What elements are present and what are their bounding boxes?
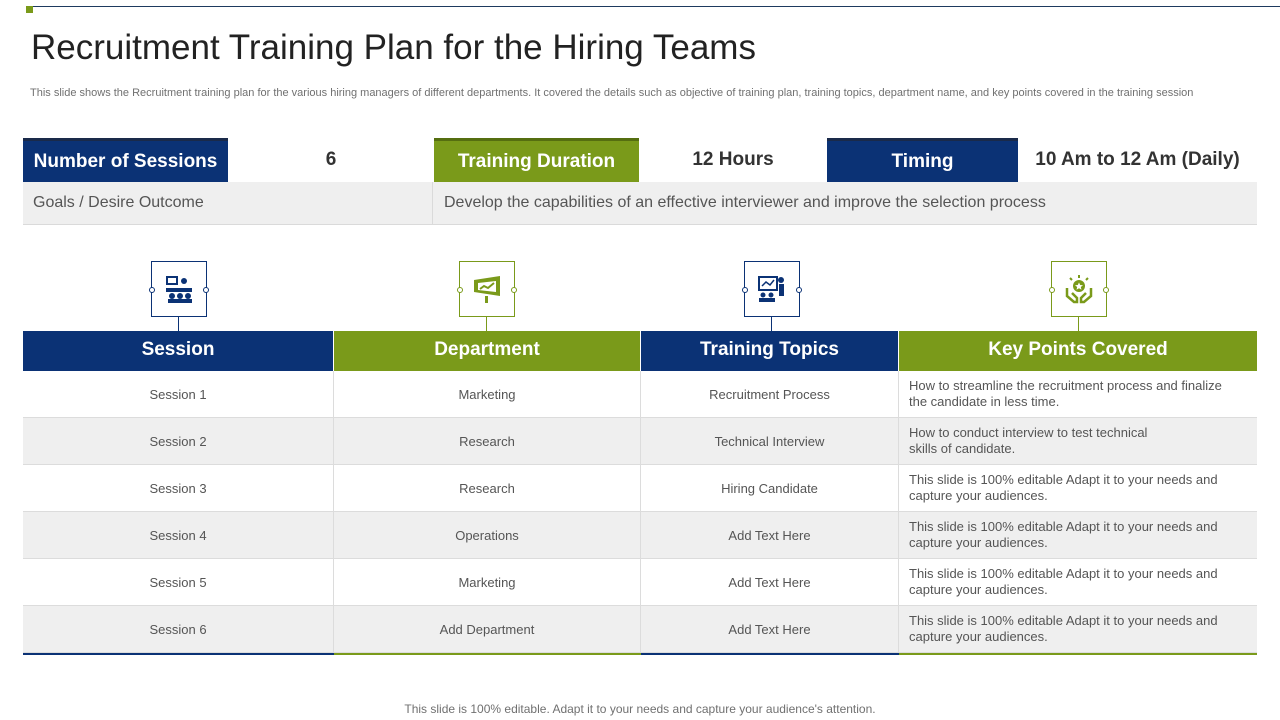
- timing-label: Timing: [827, 138, 1018, 182]
- duration-value: 12 Hours: [692, 149, 774, 170]
- timing-value: 10 Am to 12 Am (Daily): [1035, 149, 1240, 170]
- cell-session: Session 4: [23, 512, 334, 558]
- presentation-icon: [457, 261, 517, 317]
- table-row: Session 1 Marketing Recruitment Process …: [23, 371, 1257, 418]
- meeting-icon: [149, 261, 209, 317]
- footer-note: This slide is 100% editable. Adapt it to…: [404, 702, 876, 716]
- cell-topic: Add Text Here: [641, 512, 899, 558]
- cell-key-points: How to conduct interview to test technic…: [909, 425, 1148, 456]
- table-header: Session Department Training Topics Key P…: [23, 331, 1257, 371]
- cell-session: Session 2: [23, 418, 334, 464]
- cell-department: Research: [334, 418, 641, 464]
- cell-department: Research: [334, 465, 641, 511]
- sessions-value: 6: [325, 149, 337, 170]
- accent-square: [26, 6, 33, 13]
- cell-key-points: This slide is 100% editable Adapt it to …: [909, 566, 1218, 597]
- cell-department: Marketing: [334, 371, 641, 417]
- table-row: Session 4 Operations Add Text Here This …: [23, 512, 1257, 559]
- award-hands-icon: [1049, 261, 1109, 317]
- slide-subtitle: This slide shows the Recruitment trainin…: [30, 87, 1194, 99]
- training-plan-table: Session Department Training Topics Key P…: [23, 331, 1257, 655]
- icon-connector: [178, 317, 179, 331]
- table-body: Session 1 Marketing Recruitment Process …: [23, 371, 1257, 653]
- table-bottom-rule: [23, 653, 1257, 655]
- cell-topic: Recruitment Process: [641, 371, 899, 417]
- icon-connector: [486, 317, 487, 331]
- table-row: Session 6 Add Department Add Text Here T…: [23, 606, 1257, 653]
- cell-key-points: How to streamline the recruitment proces…: [909, 378, 1222, 409]
- cell-department: Marketing: [334, 559, 641, 605]
- cell-session: Session 6: [23, 606, 334, 652]
- training-summary: Number of Sessions 6 Training Duration 1…: [23, 138, 1257, 226]
- cell-topic: Hiring Candidate: [641, 465, 899, 511]
- cell-topic: Add Text Here: [641, 559, 899, 605]
- training-icon: [742, 261, 802, 317]
- icon-connector: [771, 317, 772, 331]
- icon-connector: [1078, 317, 1079, 331]
- cell-session: Session 5: [23, 559, 334, 605]
- table-row: Session 3 Research Hiring Candidate This…: [23, 465, 1257, 512]
- slide-title: Recruitment Training Plan for the Hiring…: [31, 28, 756, 67]
- table-row: Session 2 Research Technical Interview H…: [23, 418, 1257, 465]
- cell-key-points: This slide is 100% editable Adapt it to …: [909, 519, 1218, 550]
- header-session: Session: [23, 331, 333, 371]
- summary-row: Number of Sessions 6 Training Duration 1…: [23, 138, 1257, 182]
- header-training-topics: Training Topics: [641, 331, 898, 371]
- cell-session: Session 3: [23, 465, 334, 511]
- cell-key-points: This slide is 100% editable Adapt it to …: [909, 472, 1218, 503]
- cell-topic: Add Text Here: [641, 606, 899, 652]
- header-key-points: Key Points Covered: [899, 331, 1257, 371]
- cell-key-points: This slide is 100% editable Adapt it to …: [909, 613, 1218, 644]
- goal-label: Goals / Desire Outcome: [23, 182, 433, 224]
- cell-department: Add Department: [334, 606, 641, 652]
- top-rule: [26, 6, 1280, 7]
- duration-label: Training Duration: [434, 138, 639, 182]
- table-row: Session 5 Marketing Add Text Here This s…: [23, 559, 1257, 606]
- cell-session: Session 1: [23, 371, 334, 417]
- goal-row: Goals / Desire Outcome Develop the capab…: [23, 182, 1257, 225]
- goal-value: Develop the capabilities of an effective…: [444, 194, 1046, 211]
- cell-topic: Technical Interview: [641, 418, 899, 464]
- cell-department: Operations: [334, 512, 641, 558]
- header-department: Department: [334, 331, 640, 371]
- sessions-label: Number of Sessions: [23, 138, 228, 182]
